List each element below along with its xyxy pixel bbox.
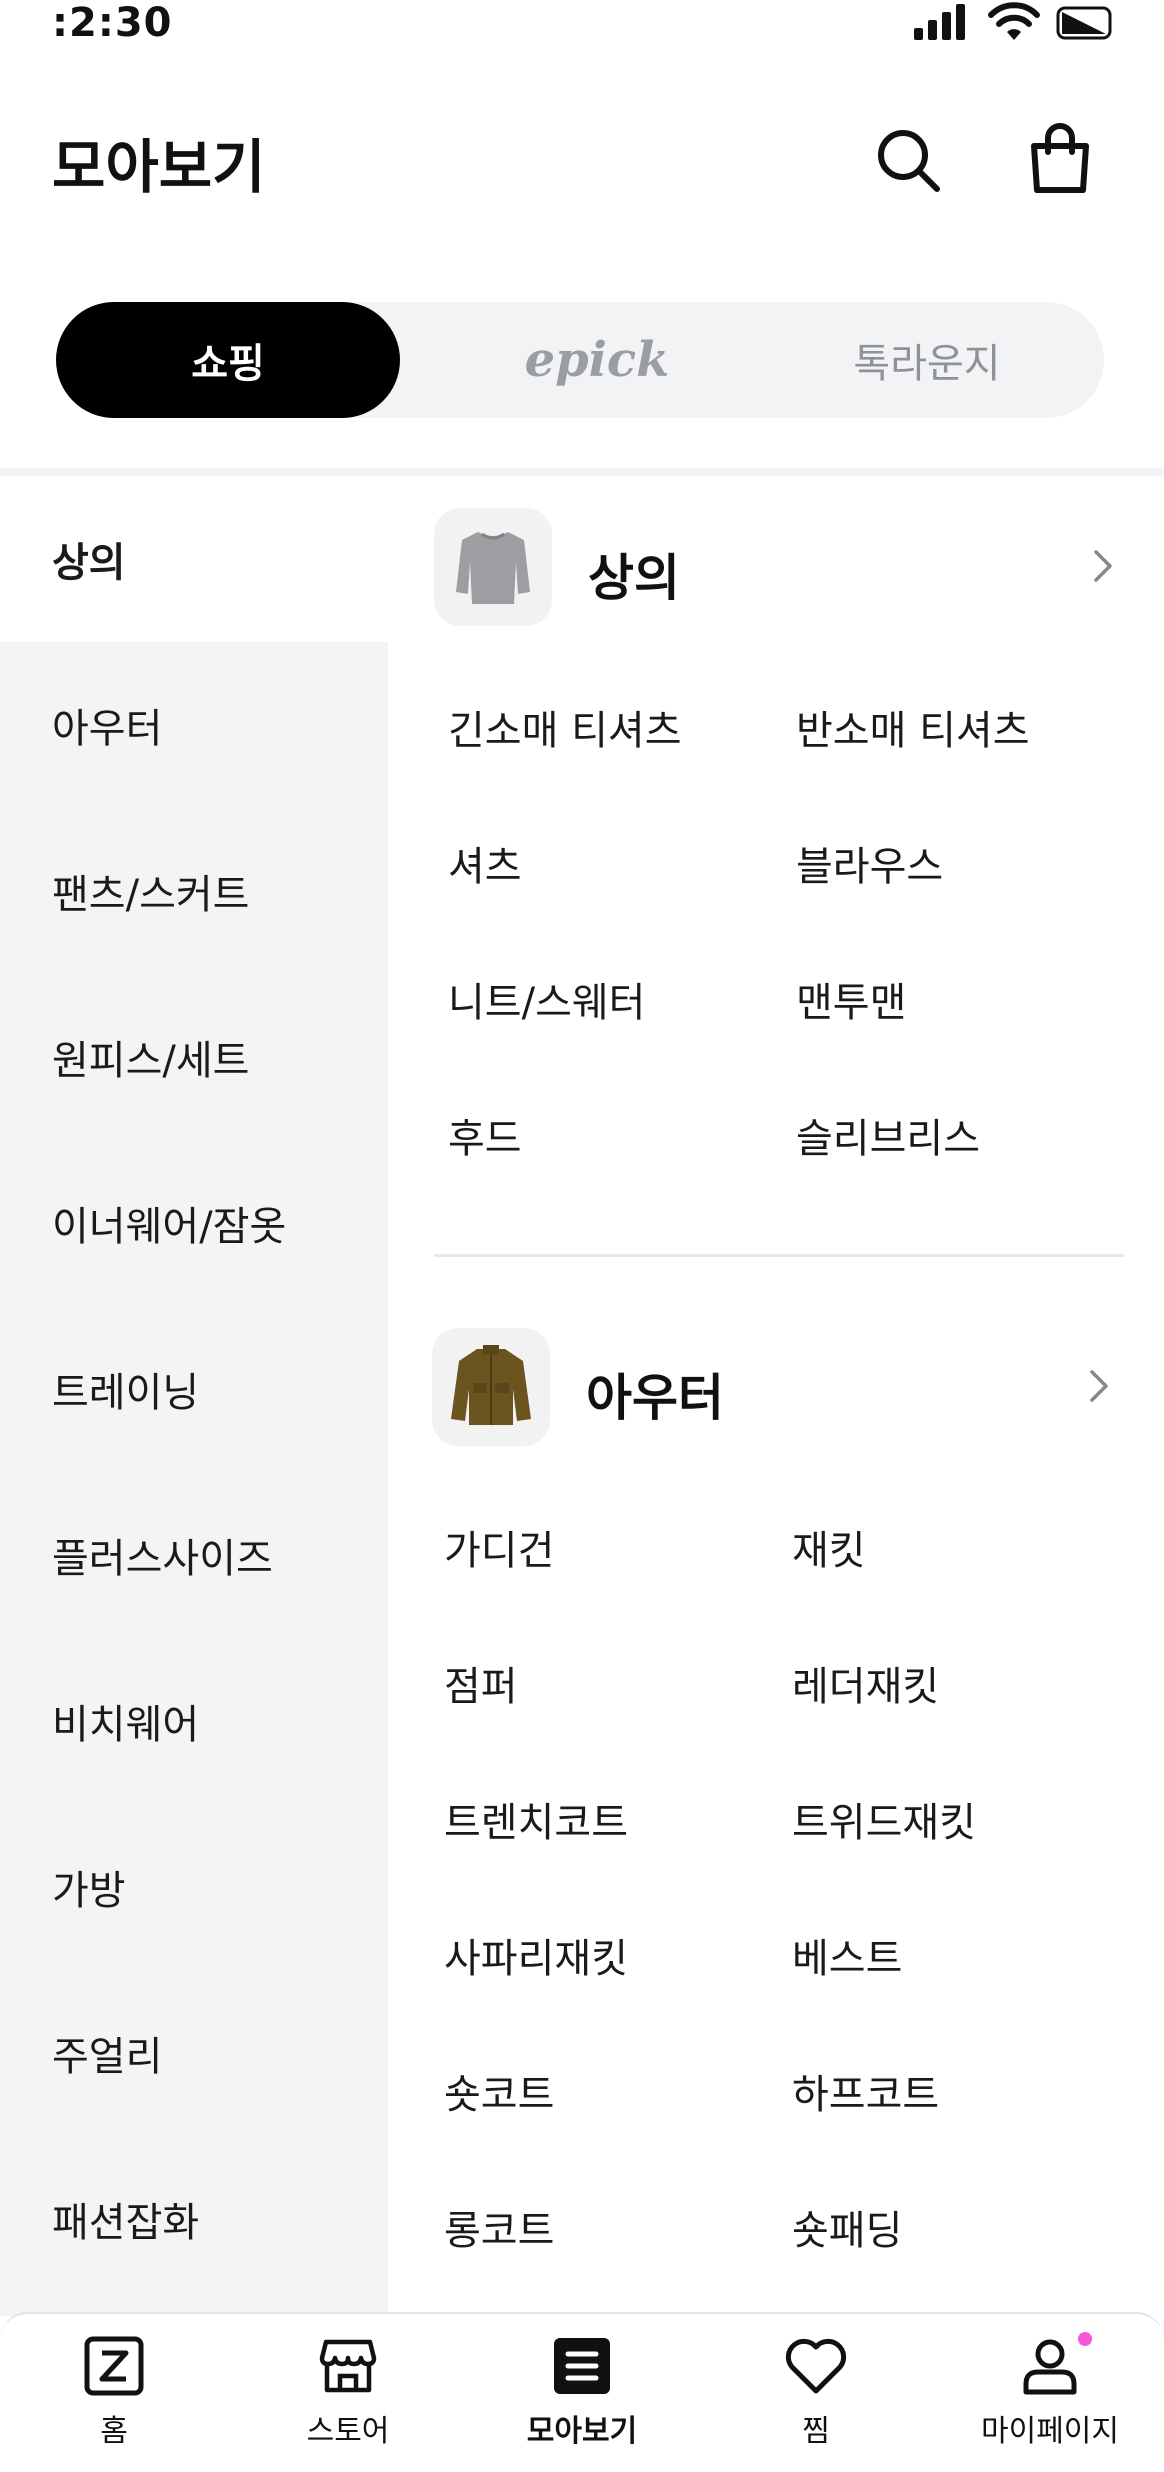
list-icon: [550, 2332, 614, 2400]
category-sidebar: 상의 아우터 팬츠/스커트 원피스/세트 이너웨어/잠옷 트레이닝 플러스사이즈…: [0, 476, 388, 2316]
section-divider: [0, 468, 1164, 476]
subcategory-link[interactable]: 셔츠: [448, 834, 522, 892]
app-header: 모아보기: [0, 100, 1164, 220]
bottom-nav: 홈 스토어 모아보기 찜 마이페이지: [0, 2312, 1164, 2472]
nav-label: 홈: [100, 2414, 128, 2449]
status-icons: [912, 2, 1116, 42]
jacket-icon: [451, 1345, 531, 1425]
subcategory-link[interactable]: 반소매 티셔츠: [796, 698, 1030, 756]
nav-mypage[interactable]: 마이페이지: [950, 2332, 1150, 2462]
category-thumbnail: [432, 1328, 550, 1446]
status-bar: :2:30: [0, 0, 1164, 48]
subcategory-link[interactable]: 사파리재킷: [444, 1926, 628, 1984]
nav-label: 마이페이지: [981, 2414, 1119, 2449]
battery-icon: [1056, 6, 1112, 40]
notification-dot: [1078, 2332, 1092, 2346]
sidebar-item-jewelry[interactable]: 주얼리: [0, 1970, 388, 2136]
nav-home[interactable]: 홈: [14, 2332, 214, 2462]
subcategory-link[interactable]: 숏패딩: [792, 2198, 902, 2256]
tab-talk-lounge[interactable]: 톡라운지: [762, 302, 1092, 418]
home-z-icon: [82, 2332, 146, 2400]
subcategory-link[interactable]: 트위드재킷: [792, 1790, 976, 1848]
heart-icon: [784, 2332, 848, 2400]
nav-collection[interactable]: 모아보기: [482, 2332, 682, 2462]
subcategory-link[interactable]: 슬리브리스: [796, 1106, 980, 1164]
subcategory-link[interactable]: 레더재킷: [792, 1654, 939, 1712]
sidebar-item-accessories[interactable]: 패션잡화: [0, 2136, 388, 2302]
sidebar-item-beachwear[interactable]: 비치웨어: [0, 1638, 388, 1804]
subcategory-link[interactable]: 후드: [448, 1106, 522, 1164]
person-icon: [1018, 2332, 1092, 2400]
sidebar-item-plus-size[interactable]: 플러스사이즈: [0, 1472, 388, 1638]
wifi-icon: [988, 2, 1040, 40]
status-time: :2:30: [52, 0, 173, 46]
search-button[interactable]: [868, 120, 948, 200]
nav-label: 모아보기: [526, 2414, 638, 2449]
shopping-bag-icon: [1031, 123, 1089, 193]
subcategory-link[interactable]: 롱코트: [444, 2198, 554, 2256]
nav-label: 스토어: [306, 2414, 390, 2449]
subcategory-link[interactable]: 트렌치코트: [444, 1790, 628, 1848]
subcategory-link[interactable]: 재킷: [792, 1518, 866, 1576]
category-divider: [434, 1254, 1124, 1257]
subcategory-link[interactable]: 맨투맨: [796, 970, 906, 1028]
search-icon: [878, 130, 940, 192]
subcategory-link[interactable]: 점퍼: [444, 1654, 518, 1712]
store-icon: [316, 2332, 380, 2400]
sidebar-item-pants-skirt[interactable]: 팬츠/스커트: [0, 808, 388, 974]
category-title: 아우터: [586, 1369, 724, 1427]
tab-epick[interactable]: epick: [432, 302, 762, 418]
sidebar-item-tops[interactable]: 상의: [0, 476, 388, 642]
segment-control: 쇼핑 epick 톡라운지: [56, 302, 1104, 418]
subcategory-link[interactable]: 가디건: [444, 1518, 554, 1576]
subcategory-link[interactable]: 베스트: [792, 1926, 902, 1984]
signal-icon: [914, 4, 965, 40]
nav-label: 찜: [802, 2414, 830, 2449]
subcategory-link[interactable]: 하프코트: [792, 2062, 939, 2120]
subcategory-link[interactable]: 숏코트: [444, 2062, 554, 2120]
sidebar-item-innerwear[interactable]: 이너웨어/잠옷: [0, 1140, 388, 1306]
sidebar-item-dress-set[interactable]: 원피스/세트: [0, 974, 388, 1140]
category-header-outer[interactable]: 아우터: [432, 1328, 1122, 1452]
chevron-right-icon: [1080, 1366, 1120, 1406]
nav-store[interactable]: 스토어: [248, 2332, 448, 2462]
cart-button[interactable]: [1020, 116, 1100, 200]
nav-wishlist[interactable]: 찜: [716, 2332, 916, 2462]
sidebar-item-training[interactable]: 트레이닝: [0, 1306, 388, 1472]
category-thumbnail: [434, 508, 552, 626]
category-header-tops[interactable]: 상의: [434, 508, 1124, 632]
chevron-right-icon: [1084, 546, 1124, 586]
sidebar-item-outer[interactable]: 아우터: [0, 642, 388, 808]
sweater-icon: [456, 532, 530, 604]
tab-shopping[interactable]: 쇼핑: [56, 302, 400, 418]
page-title: 모아보기: [52, 133, 266, 201]
subcategory-link[interactable]: 니트/스웨터: [448, 970, 645, 1028]
subcategory-link[interactable]: 블라우스: [796, 834, 943, 892]
sidebar-item-bags[interactable]: 가방: [0, 1804, 388, 1970]
category-title: 상의: [588, 549, 680, 607]
subcategory-link[interactable]: 긴소매 티셔츠: [448, 698, 682, 756]
category-content: 상의 긴소매 티셔츠 반소매 티셔츠 셔츠 블라우스 니트/스웨터 맨투맨 후드…: [388, 476, 1164, 2316]
